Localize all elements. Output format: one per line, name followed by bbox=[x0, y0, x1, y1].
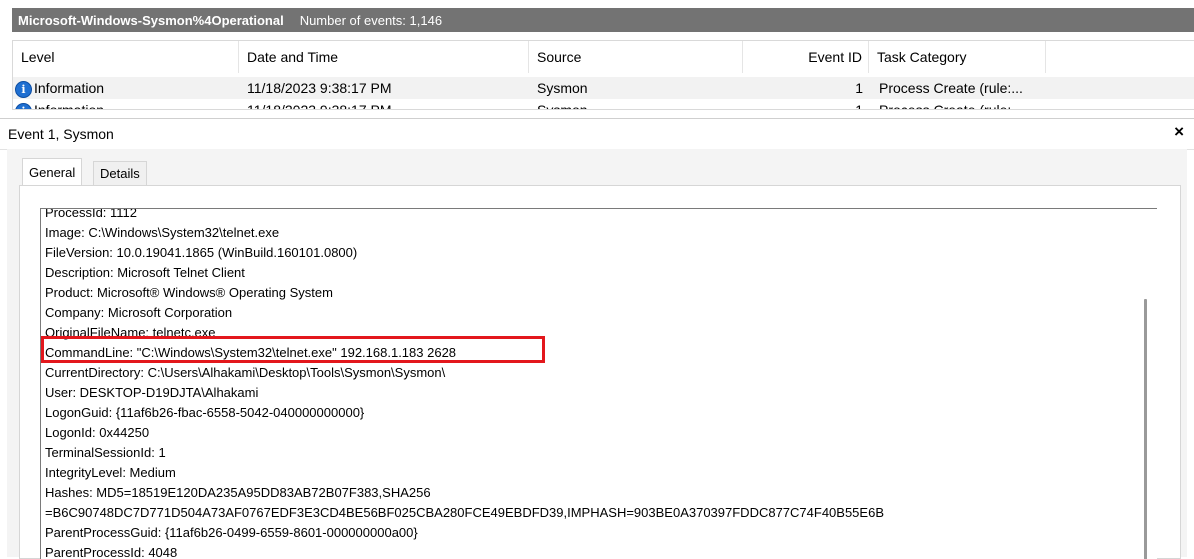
date-cell: 11/18/2023 9:38:17 PM bbox=[247, 80, 392, 96]
column-header-source[interactable]: Source bbox=[529, 41, 743, 73]
event-pane-title: Event 1, Sysmon bbox=[8, 126, 114, 142]
source-cell: Sysmon bbox=[537, 80, 588, 96]
source-cell: Sysmon bbox=[537, 102, 588, 110]
event-count: Number of events: 1,146 bbox=[299, 12, 443, 28]
category-cell: Process Create (rule:... bbox=[879, 80, 1023, 96]
close-icon[interactable]: × bbox=[1174, 122, 1184, 142]
event-detail-line: LogonGuid: {11af6b26-fbac-6558-5042-0400… bbox=[45, 405, 365, 420]
event-detail-line: User: DESKTOP-D19DJTA\Alhakami bbox=[45, 385, 259, 400]
log-title-bar: Microsoft-Windows-Sysmon%4Operational Nu… bbox=[12, 8, 1194, 32]
tab-general[interactable]: General bbox=[22, 158, 83, 186]
event-pane-header: Event 1, Sysmon × bbox=[0, 118, 1194, 150]
event-detail-line: ProcessId: 1112 bbox=[45, 208, 138, 220]
table-row[interactable]: iInformation 11/18/2023 9:38:17 PM Sysmo… bbox=[13, 77, 1194, 99]
event-detail-line: Company: Microsoft Corporation bbox=[45, 305, 233, 320]
log-name: Microsoft-Windows-Sysmon%4Operational bbox=[18, 12, 284, 28]
event-detail-line: Hashes: MD5=18519E120DA235A95DD83AB72B07… bbox=[45, 485, 431, 500]
event-detail-line: LogonId: 0x44250 bbox=[45, 425, 150, 440]
event-id-cell: 1 bbox=[855, 102, 863, 110]
level-cell: iInformation bbox=[15, 99, 239, 110]
log-header: Microsoft-Windows-Sysmon%4Operational Nu… bbox=[0, 0, 1194, 32]
event-description-text: ProcessId: 1112 Image: C:\Windows\System3… bbox=[45, 208, 884, 559]
event-detail-line: ParentProcessGuid: {11af6b26-0499-6559-8… bbox=[45, 525, 418, 540]
date-cell: 11/18/2023 9:38:17 PM bbox=[247, 102, 392, 110]
event-detail-line: Image: C:\Windows\System32\telnet.exe bbox=[45, 225, 280, 240]
event-detail-line: Description: Microsoft Telnet Client bbox=[45, 265, 245, 280]
event-detail-line: OriginalFileName: telnetc.exe bbox=[45, 325, 216, 340]
event-detail-line: IntegrityLevel: Medium bbox=[45, 465, 176, 480]
event-detail-line: TerminalSessionId: 1 bbox=[45, 445, 166, 460]
event-description-box[interactable]: ProcessId: 1112 Image: C:\Windows\System3… bbox=[40, 208, 1157, 559]
info-icon: i bbox=[15, 80, 32, 98]
column-header-level[interactable]: Level bbox=[13, 41, 239, 73]
vertical-scrollbar[interactable] bbox=[1144, 299, 1147, 559]
events-grid[interactable]: Level Date and Time Source Event ID Task… bbox=[12, 40, 1194, 110]
event-detail-line: Product: Microsoft® Windows® Operating S… bbox=[45, 285, 333, 300]
tab-details[interactable]: Details bbox=[93, 161, 147, 186]
level-label: Information bbox=[34, 80, 105, 96]
info-icon: i bbox=[15, 102, 32, 109]
column-header-event-id[interactable]: Event ID bbox=[743, 41, 869, 73]
event-detail-line: CommandLine: "C:\Windows\System32\telnet… bbox=[45, 345, 457, 360]
event-id-cell: 1 bbox=[855, 80, 863, 96]
table-row[interactable]: iInformation 11/18/2023 9:38:17 PM Sysmo… bbox=[13, 99, 1194, 110]
column-header-date[interactable]: Date and Time bbox=[239, 41, 529, 73]
level-cell: iInformation bbox=[15, 77, 239, 99]
grid-header: Level Date and Time Source Event ID Task… bbox=[13, 41, 1194, 73]
level-label: Information bbox=[34, 102, 105, 110]
column-header-task-category[interactable]: Task Category bbox=[869, 41, 1046, 73]
event-detail-line: FileVersion: 10.0.19041.1865 (WinBuild.1… bbox=[45, 245, 358, 260]
category-cell: Process Create (rule:... bbox=[879, 102, 1023, 110]
event-pane-body: General Details ProcessId: 1112 Image: C:… bbox=[7, 149, 1187, 559]
event-detail-line: CurrentDirectory: C:\Users\Alhakami\Desk… bbox=[45, 365, 446, 380]
general-tab-panel: ProcessId: 1112 Image: C:\Windows\System3… bbox=[19, 185, 1181, 559]
event-detail-line: =B6C90748DC7D771D504A73AF0767EDF3E3CD4BE… bbox=[45, 505, 884, 520]
